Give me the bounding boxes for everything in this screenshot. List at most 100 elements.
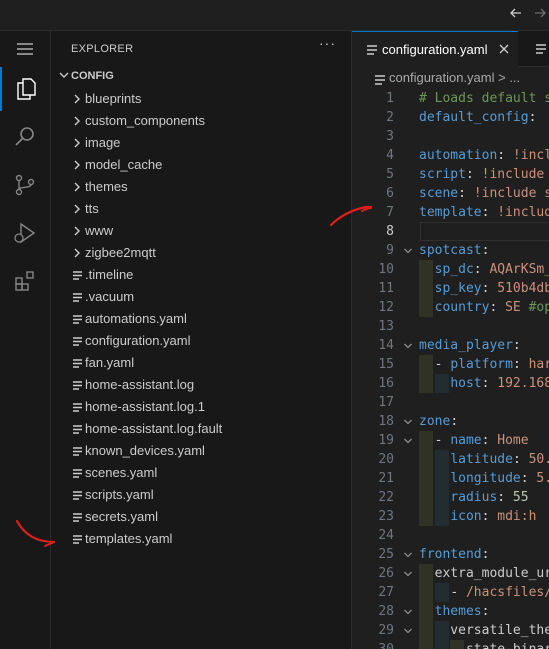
- code-line[interactable]: 20 latitude: 50.: [352, 450, 549, 469]
- code-line[interactable]: 22 radius: 55: [352, 488, 549, 507]
- fold-chevron-icon[interactable]: [402, 435, 414, 451]
- line-number: 11: [378, 281, 394, 296]
- code-line[interactable]: 23 icon: mdi:h: [352, 507, 549, 526]
- file-item[interactable]: fan.yaml: [51, 352, 351, 374]
- code-text: sp_key: 510b4db: [434, 281, 549, 296]
- line-number: 26: [378, 566, 394, 581]
- code-editor[interactable]: 1 # Loads default s 2 default_config: 3 4 auto…: [352, 89, 549, 649]
- code-text: state-binar: [419, 642, 549, 649]
- code-text: template: !includ: [419, 205, 549, 220]
- explorer-icon[interactable]: [0, 67, 50, 111]
- code-line[interactable]: 1 # Loads default s: [352, 89, 549, 108]
- editor-area: configuration.yaml configuration.yaml > …: [352, 31, 549, 649]
- code-line[interactable]: 25 frontend:: [352, 545, 549, 564]
- folder-item[interactable]: tts: [51, 198, 351, 220]
- file-item[interactable]: automations.yaml: [51, 308, 351, 330]
- extensions-icon[interactable]: [0, 259, 50, 303]
- code-line[interactable]: 21 longitude: 5.: [352, 469, 549, 488]
- tab-configuration-yaml[interactable]: configuration.yaml: [352, 31, 518, 67]
- fold-chevron-icon[interactable]: [402, 245, 414, 261]
- file-item[interactable]: home-assistant.log.fault: [51, 418, 351, 440]
- breadcrumb[interactable]: configuration.yaml > ...: [352, 67, 549, 89]
- line-number: 23: [378, 509, 394, 524]
- code-line[interactable]: 3: [352, 127, 549, 146]
- code-line[interactable]: 15 - platform: har: [352, 355, 549, 374]
- file-lines-icon: [69, 311, 85, 327]
- file-item[interactable]: .timeline: [51, 264, 351, 286]
- code-line[interactable]: 4 automation: !incl: [352, 146, 549, 165]
- file-item[interactable]: scripts.yaml: [51, 484, 351, 506]
- chevron-down-icon: [57, 67, 71, 88]
- fold-chevron-icon[interactable]: [402, 340, 414, 356]
- folder-item[interactable]: www: [51, 220, 351, 242]
- title-bar: [0, 0, 549, 31]
- code-line[interactable]: 5 script: !include: [352, 165, 549, 184]
- code-text: - platform: har: [434, 357, 549, 372]
- tree-item-label: secrets.yaml: [85, 509, 158, 524]
- code-line[interactable]: 9 spotcast:: [352, 241, 549, 260]
- more-actions-button[interactable]: ···: [319, 35, 336, 51]
- code-text: themes:: [434, 604, 490, 619]
- fold-chevron-icon[interactable]: [402, 549, 414, 565]
- forward-arrow-icon[interactable]: [532, 6, 548, 22]
- code-text: default_config:: [419, 110, 537, 125]
- file-item[interactable]: known_devices.yaml: [51, 440, 351, 462]
- code-line[interactable]: 11 sp_key: 510b4db: [352, 279, 549, 298]
- code-text: - /hacsfiles/: [450, 585, 549, 600]
- code-line[interactable]: 13: [352, 317, 549, 336]
- code-line[interactable]: 29 versatile_the: [352, 621, 549, 640]
- run-debug-icon[interactable]: [0, 211, 50, 255]
- folder-item[interactable]: themes: [51, 176, 351, 198]
- fold-chevron-icon[interactable]: [402, 606, 414, 622]
- source-control-icon[interactable]: [0, 163, 50, 207]
- code-line[interactable]: 14 media_player:: [352, 336, 549, 355]
- code-text: zone:: [419, 414, 459, 429]
- folder-item[interactable]: model_cache: [51, 154, 351, 176]
- code-line[interactable]: 7 template: !includ: [352, 203, 549, 222]
- menu-icon[interactable]: [0, 29, 50, 69]
- fold-chevron-icon[interactable]: [402, 568, 414, 584]
- file-item[interactable]: .vacuum: [51, 286, 351, 308]
- fold-chevron-icon[interactable]: [402, 625, 414, 641]
- code-line[interactable]: 26 extra_module_ur: [352, 564, 549, 583]
- code-line[interactable]: 12 country: SE #op: [352, 298, 549, 317]
- annotation-arrow-explorer: [15, 519, 56, 547]
- code-line[interactable]: 24: [352, 526, 549, 545]
- code-line[interactable]: 27 - /hacsfiles/: [352, 583, 549, 602]
- file-item[interactable]: templates.yaml: [51, 528, 351, 550]
- code-line[interactable]: 6 scene: !include s: [352, 184, 549, 203]
- tree-item-label: .vacuum: [85, 289, 135, 304]
- code-line[interactable]: 19 - name: Home: [352, 431, 549, 450]
- folder-item[interactable]: blueprints: [51, 88, 351, 110]
- line-number: 16: [378, 376, 394, 391]
- folder-item[interactable]: image: [51, 132, 351, 154]
- file-item[interactable]: home-assistant.log.1: [51, 396, 351, 418]
- workspace-root-folder[interactable]: CONFIG: [51, 65, 351, 87]
- folder-item[interactable]: zigbee2mqtt: [51, 242, 351, 264]
- search-icon[interactable]: [0, 115, 50, 159]
- file-item[interactable]: configuration.yaml: [51, 330, 351, 352]
- file-item[interactable]: secrets.yaml: [51, 506, 351, 528]
- code-line[interactable]: 10 sp_dc: AQArKSm_: [352, 260, 549, 279]
- tree-item-label: www: [85, 223, 114, 238]
- code-line[interactable]: 2 default_config:: [352, 108, 549, 127]
- code-line[interactable]: 28 themes:: [352, 602, 549, 621]
- yaml-file-icon: [366, 43, 378, 61]
- code-line[interactable]: 17: [352, 393, 549, 412]
- chevron-right-icon: [69, 91, 85, 107]
- tree-item-label: home-assistant.log.fault: [85, 421, 223, 436]
- file-item[interactable]: scenes.yaml: [51, 462, 351, 484]
- code-line[interactable]: 18 zone:: [352, 412, 549, 431]
- tab-other-file[interactable]: [519, 31, 549, 66]
- back-arrow-icon[interactable]: [508, 6, 524, 22]
- code-line[interactable]: 30 state-binar: [352, 640, 549, 649]
- code-line[interactable]: 16 host: 192.168: [352, 374, 549, 393]
- file-item[interactable]: home-assistant.log: [51, 374, 351, 396]
- fold-chevron-icon[interactable]: [402, 416, 414, 432]
- line-number: 25: [378, 547, 394, 562]
- close-icon[interactable]: [498, 40, 510, 58]
- line-number: 14: [378, 338, 394, 353]
- code-line[interactable]: 8: [352, 222, 549, 241]
- folder-item[interactable]: custom_components: [51, 110, 351, 132]
- yaml-file-icon: [535, 42, 547, 60]
